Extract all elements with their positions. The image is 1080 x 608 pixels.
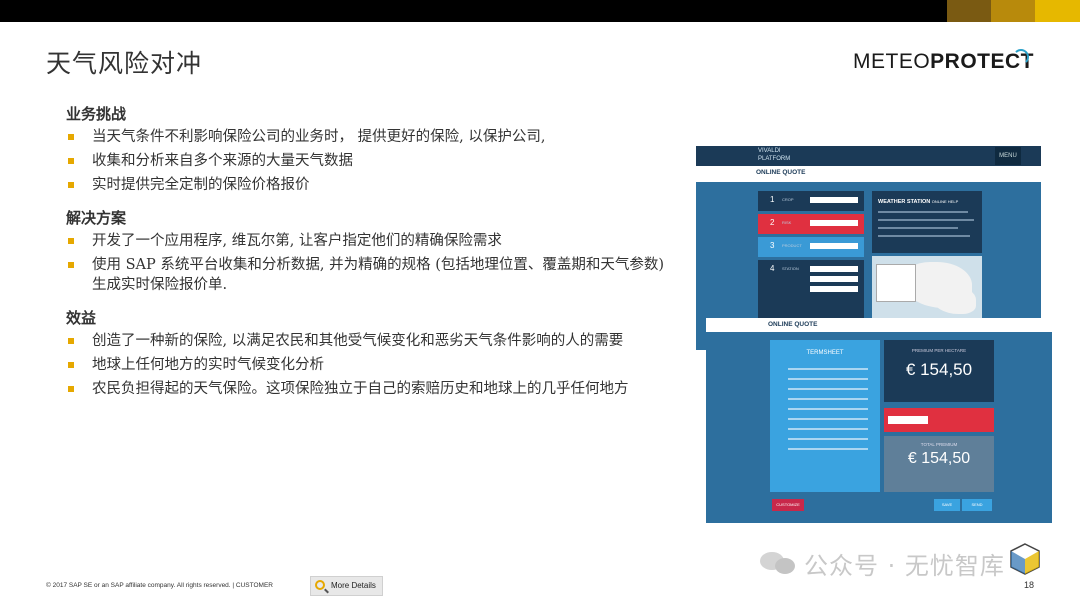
premium-value: € 154,50	[905, 360, 973, 379]
top-bar	[0, 0, 1080, 22]
top-bar-accent-1	[947, 0, 991, 22]
vivaldi-logo: VIVALDI PLATFORM	[758, 148, 791, 162]
bullet-item: 使用 SAP 系统平台收集和分析数据, 并为精确的规格 (包括地理位置、覆盖期和…	[66, 255, 666, 295]
bullet-item: 实时提供完全定制的保险价格报价	[66, 175, 666, 195]
bullet-text: 农民负担得起的天气保险。这项保险独立于自己的索赔历史和地球上的几乎任何地方	[92, 381, 629, 397]
bullet-square-icon	[68, 158, 74, 164]
step-product: 3 PRODUCT	[758, 237, 864, 257]
weather-station-title: WEATHER STATION ONLINE HELP	[878, 199, 959, 205]
bullet-item: 创造了一种新的保险, 以满足农民和其他受气候变化和恶劣天气条件影响的人的需要	[66, 331, 666, 351]
save-button: SAVE	[934, 499, 960, 511]
bullet-text: 收集和分析来自多个来源的大量天气数据	[92, 153, 353, 169]
slide-title: 天气风险对冲	[46, 49, 203, 78]
step-station: 4 STATION	[758, 260, 864, 318]
bullet-square-icon	[68, 134, 74, 140]
bullet-square-icon	[68, 262, 74, 268]
meteoprotect-logo: METEOPROTECT	[853, 50, 1034, 74]
bullet-item: 开发了一个应用程序, 维瓦尔第, 让客户指定他们的精确保险需求	[66, 231, 666, 251]
premium-per-hectare-panel: PREMIUM PER HECTARE € 154,50	[884, 340, 994, 402]
step-crop: 1 CROP	[758, 191, 864, 211]
more-details-button[interactable]: More Details	[310, 576, 383, 596]
bullet-text: 使用 SAP 系统平台收集和分析数据, 并为精确的规格 (包括地理位置、覆盖期和…	[92, 257, 665, 293]
footer-copyright: © 2017 SAP SE or an SAP affiliate compan…	[46, 582, 273, 589]
section-title: 效益	[66, 309, 97, 327]
section-title: 解决方案	[66, 209, 127, 227]
europe-map	[872, 256, 982, 318]
more-details-label: More Details	[331, 581, 376, 590]
magnifier-icon	[315, 580, 325, 590]
top-bar-accent-2	[991, 0, 1035, 22]
section-challenge: 业务挑战 当天气条件不利影响保险公司的业务时， 提供更好的保险, 以保护公司, …	[66, 104, 666, 195]
bullet-item: 收集和分析来自多个来源的大量天气数据	[66, 151, 666, 171]
bullet-text: 开发了一个应用程序, 维瓦尔第, 让客户指定他们的精确保险需求	[92, 233, 502, 249]
section-solution: 解决方案 开发了一个应用程序, 维瓦尔第, 让客户指定他们的精确保险需求 使用 …	[66, 208, 666, 295]
bullet-square-icon	[68, 386, 74, 392]
send-button: SEND	[962, 499, 992, 511]
top-bar-accent-3	[1035, 0, 1080, 22]
bullet-text: 地球上任何地方的实时气候变化分析	[92, 357, 324, 373]
bullet-square-icon	[68, 182, 74, 188]
slide-content: 业务挑战 当天气条件不利影响保险公司的业务时， 提供更好的保险, 以保护公司, …	[66, 104, 666, 412]
bullet-square-icon	[68, 338, 74, 344]
bullet-text: 实时提供完全定制的保险价格报价	[92, 177, 310, 193]
cube-logo-icon	[1010, 543, 1040, 575]
step-risk: 2 RISK	[758, 214, 864, 234]
customize-button: CUSTOMIZE	[772, 499, 804, 511]
bullet-text: 创造了一种新的保险, 以满足农民和其他受气候变化和恶劣天气条件影响的人的需要	[92, 333, 624, 349]
online-quote-header: ONLINE QUOTE	[706, 318, 1052, 332]
total-premium-value: € 154,50	[907, 450, 971, 467]
bullet-item: 地球上任何地方的实时气候变化分析	[66, 355, 666, 375]
wechat-icon	[760, 552, 795, 574]
bullet-list: 创造了一种新的保险, 以满足农民和其他受气候变化和恶劣天气条件影响的人的需要 地…	[66, 331, 666, 399]
bullet-list: 当天气条件不利影响保险公司的业务时， 提供更好的保险, 以保护公司, 收集和分析…	[66, 127, 666, 195]
section-title: 业务挑战	[66, 105, 127, 123]
map-legend	[876, 264, 916, 302]
bullet-square-icon	[68, 362, 74, 368]
app-screenshot-quote-result: ONLINE QUOTE TERMSHEET PREMIUM PER HECTA…	[706, 318, 1052, 523]
cover-panel	[884, 408, 994, 432]
logo-part-meteo: METEO	[853, 50, 931, 73]
page-number: 18	[1024, 580, 1035, 590]
app-menu-button: MENU	[995, 147, 1021, 165]
bullet-list: 开发了一个应用程序, 维瓦尔第, 让客户指定他们的精确保险需求 使用 SAP 系…	[66, 231, 666, 295]
bullet-square-icon	[68, 238, 74, 244]
weather-station-panel: WEATHER STATION ONLINE HELP	[872, 191, 982, 253]
total-premium-panel: TOTAL PREMIUM € 154,50	[884, 436, 994, 492]
bullet-item: 当天气条件不利影响保险公司的业务时， 提供更好的保险, 以保护公司,	[66, 127, 666, 147]
online-quote-header: ONLINE QUOTE	[696, 166, 1041, 182]
app-header: VIVALDI PLATFORM MENU	[696, 146, 1041, 166]
watermark-text: 公众号 · 无忧智库	[804, 552, 1005, 580]
section-benefits: 效益 创造了一种新的保险, 以满足农民和其他受气候变化和恶劣天气条件影响的人的需…	[66, 308, 666, 399]
bullet-text: 当天气条件不利影响保险公司的业务时， 提供更好的保险, 以保护公司,	[92, 129, 546, 145]
logo-swoosh-icon	[1013, 49, 1029, 65]
termsheet-panel: TERMSHEET	[770, 340, 880, 492]
bullet-item: 农民负担得起的天气保险。这项保险独立于自己的索赔历史和地球上的几乎任何地方	[66, 379, 666, 399]
